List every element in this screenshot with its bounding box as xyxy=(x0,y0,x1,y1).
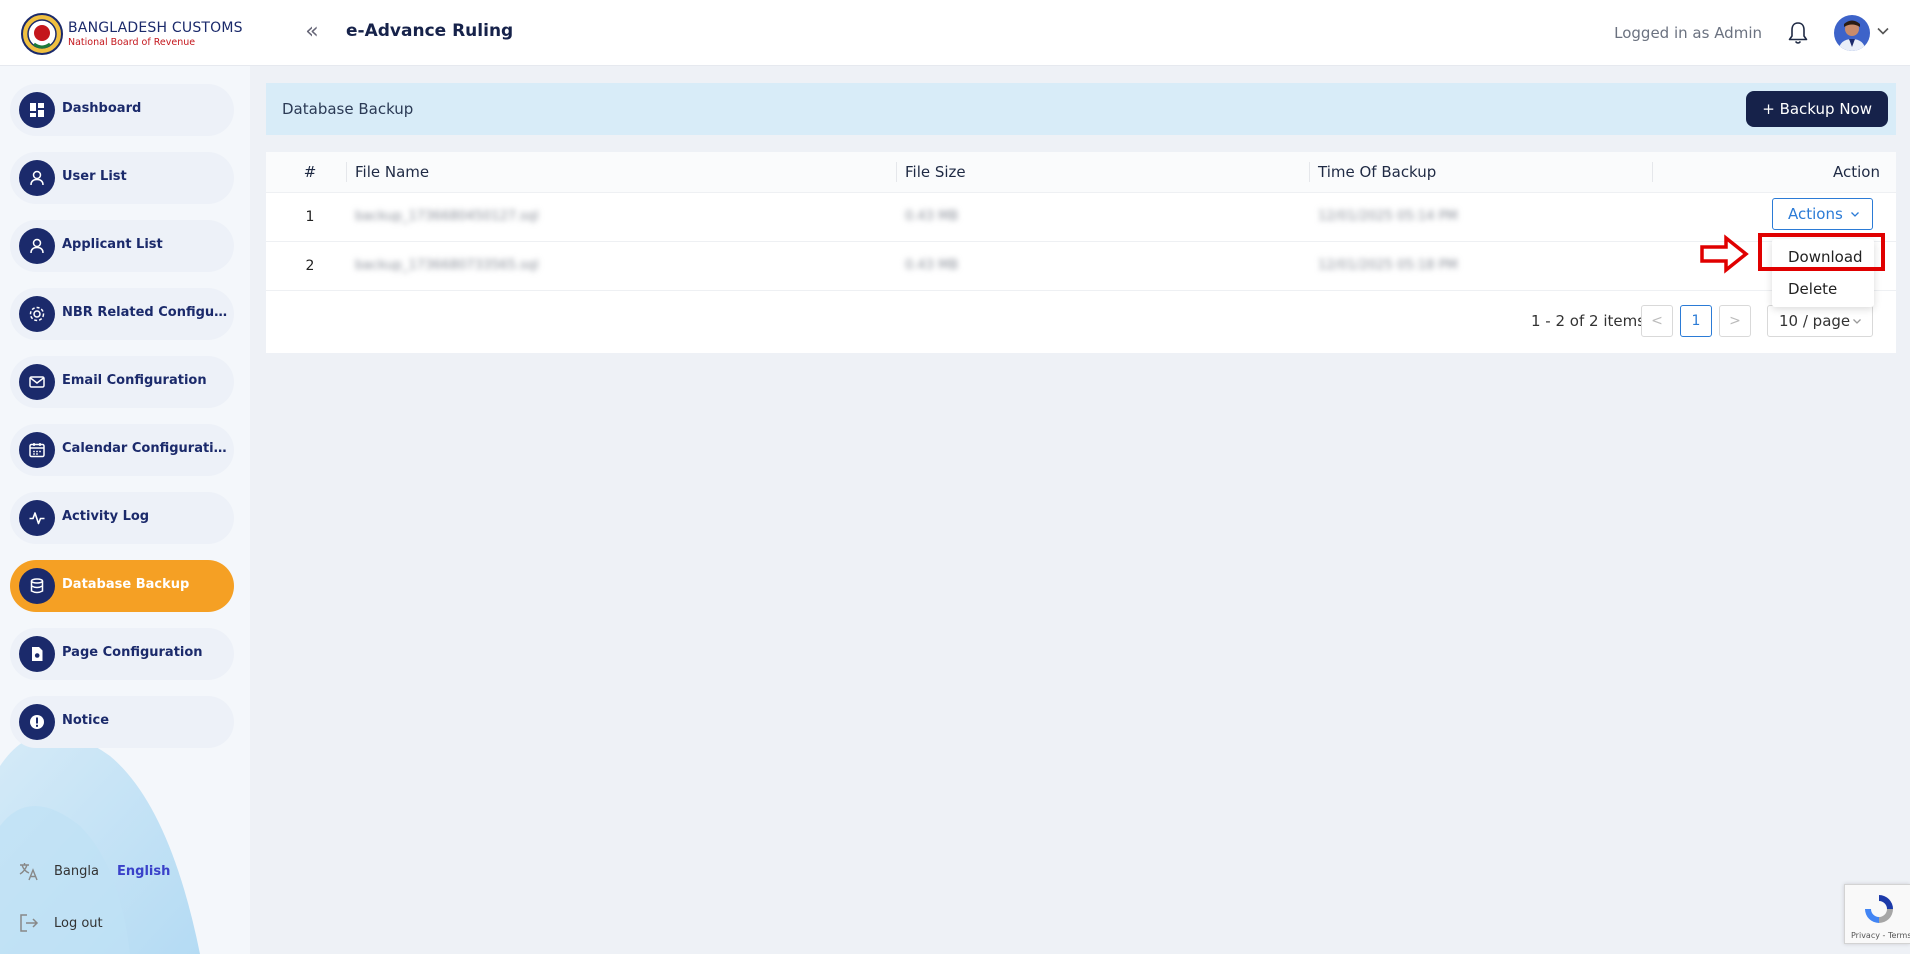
sidebar-item-label: Database Backup xyxy=(62,577,190,592)
actions-label: Actions xyxy=(1788,205,1843,223)
sidebar-item-label: Notice xyxy=(62,713,110,728)
page-size-value: 10 / page xyxy=(1779,312,1851,330)
file-name: backup_1736680733565.sql xyxy=(355,258,539,273)
sidebar-item-label: NBR Related Configuration xyxy=(62,305,228,320)
page-title: Database Backup xyxy=(282,100,414,118)
sidebar-item-label: Calendar Configuration xyxy=(62,441,228,456)
file-size: 0.43 MB xyxy=(905,258,959,273)
menu-item-download[interactable]: Download xyxy=(1772,241,1874,273)
language-bangla[interactable]: Bangla xyxy=(54,864,99,879)
pagination-page-1[interactable]: 1 xyxy=(1680,305,1712,337)
chevron-down-icon xyxy=(1853,319,1861,324)
pagination-prev-button[interactable]: < xyxy=(1641,305,1673,337)
top-header: BANGLADESH CUSTOMS National Board of Rev… xyxy=(0,0,1910,66)
sidebar-item-user-list[interactable]: User List xyxy=(10,152,234,204)
sidebar-item-database-backup[interactable]: Database Backup xyxy=(10,560,234,612)
avatar[interactable] xyxy=(1834,15,1870,51)
backup-now-button[interactable]: + Backup Now xyxy=(1746,91,1888,127)
dashboard-icon xyxy=(19,92,55,128)
column-divider xyxy=(1652,162,1653,182)
sidebar-item-email-configuration[interactable]: Email Configuration xyxy=(10,356,234,408)
language-english[interactable]: English xyxy=(117,864,170,879)
sidebar-item-label: Applicant List xyxy=(62,237,163,252)
logout-icon xyxy=(20,914,39,932)
double-chevron-left-icon[interactable]: « xyxy=(300,21,324,44)
column-header-time: Time Of Backup xyxy=(1318,163,1437,181)
sidebar-item-dashboard[interactable]: Dashboard xyxy=(10,84,234,136)
column-header-action: Action xyxy=(1833,163,1880,181)
calendar-icon xyxy=(19,432,55,468)
page-title-bar: Database Backup + Backup Now xyxy=(266,83,1896,135)
sidebar-item-nbr-configuration[interactable]: NBR Related Configuration xyxy=(10,288,234,340)
row-index: 1 xyxy=(305,209,315,225)
settings-icon xyxy=(19,296,55,332)
sidebar-item-activity-log[interactable]: Activity Log xyxy=(10,492,234,544)
sidebar-item-label: Page Configuration xyxy=(62,645,203,660)
database-icon xyxy=(19,568,55,604)
pagination-summary: 1 - 2 of 2 items xyxy=(1531,312,1646,330)
backup-time: 12/01/2025 05:14 PM xyxy=(1318,209,1458,224)
sidebar-item-label: Dashboard xyxy=(62,101,142,116)
brand-title: BANGLADESH CUSTOMS xyxy=(68,20,243,36)
activity-icon xyxy=(19,500,55,536)
column-divider xyxy=(896,162,897,182)
column-divider xyxy=(346,162,347,182)
table-bottom-border xyxy=(266,290,1896,291)
bangladesh-customs-logo xyxy=(21,13,63,55)
recaptcha-links[interactable]: Privacy - Terms xyxy=(1851,931,1910,940)
pagination-next-button[interactable]: > xyxy=(1719,305,1751,337)
column-divider xyxy=(1309,162,1310,182)
sidebar-item-label: Activity Log xyxy=(62,509,150,524)
logout-label: Log out xyxy=(54,916,103,931)
mail-icon xyxy=(19,364,55,400)
chevron-down-icon xyxy=(1851,212,1859,217)
bell-icon[interactable] xyxy=(1786,20,1810,46)
logged-in-text: Logged in as Admin xyxy=(1614,24,1762,42)
page-size-select[interactable]: 10 / page xyxy=(1767,305,1873,337)
alert-icon xyxy=(19,704,55,740)
app-title: e-Advance Ruling xyxy=(346,21,514,41)
column-header-file-name: File Name xyxy=(355,163,430,181)
table-row: 2 backup_1736680733565.sql 0.43 MB 12/01… xyxy=(266,241,1896,290)
chevron-down-icon[interactable] xyxy=(1876,24,1890,38)
actions-dropdown-menu: Download Delete xyxy=(1772,239,1874,307)
file-name: backup_1736680450127.sql xyxy=(355,209,539,224)
table-row: 1 backup_1736680450127.sql 0.43 MB 12/01… xyxy=(266,192,1896,241)
translate-icon xyxy=(19,863,38,881)
users-icon xyxy=(19,228,55,264)
backup-table: # File Name File Size Time Of Backup Act… xyxy=(266,152,1896,353)
file-size: 0.43 MB xyxy=(905,209,959,224)
sidebar-item-page-configuration[interactable]: Page Configuration xyxy=(10,628,234,680)
backup-time: 12/01/2025 05:18 PM xyxy=(1318,258,1458,273)
sidebar-item-applicant-list[interactable]: Applicant List xyxy=(10,220,234,272)
sidebar-item-label: Email Configuration xyxy=(62,373,207,388)
recaptcha-badge[interactable]: Privacy - Terms xyxy=(1844,884,1910,944)
actions-dropdown-button[interactable]: Actions xyxy=(1772,198,1873,230)
sidebar-item-label: User List xyxy=(62,169,127,184)
sidebar-item-notice[interactable]: Notice xyxy=(10,696,234,748)
column-header-file-size: File Size xyxy=(905,163,966,181)
column-header-index: # xyxy=(303,163,317,181)
menu-item-delete[interactable]: Delete xyxy=(1772,273,1874,305)
sidebar-item-calendar-configuration[interactable]: Calendar Configuration xyxy=(10,424,234,476)
sidebar: Dashboard User List Applicant List NBR R… xyxy=(0,66,250,954)
users-icon xyxy=(19,160,55,196)
row-index: 2 xyxy=(305,258,315,274)
recaptcha-icon xyxy=(1865,895,1893,923)
file-settings-icon xyxy=(19,636,55,672)
brand-subtitle: National Board of Revenue xyxy=(68,37,196,48)
